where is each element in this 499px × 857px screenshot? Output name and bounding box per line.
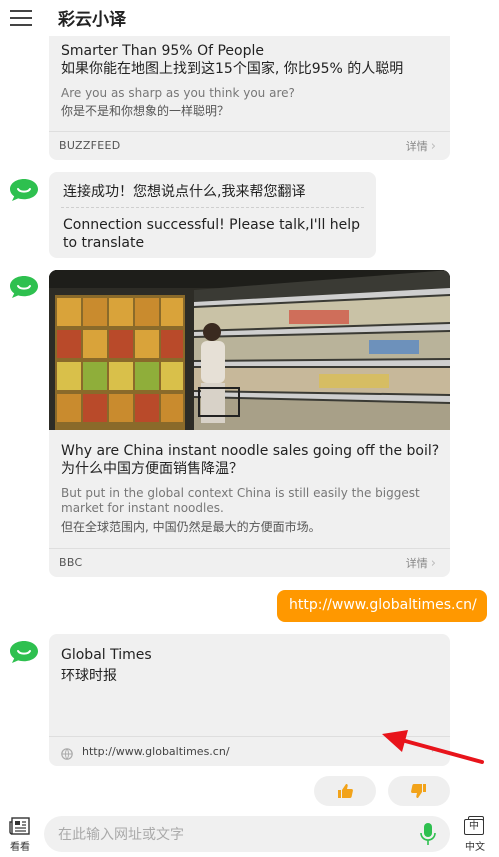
card-detail-link[interactable]: 详情 ›: [406, 555, 436, 571]
language-label: 中文: [465, 842, 485, 853]
chevron-right-icon: ›: [430, 556, 436, 571]
news-image: [49, 270, 450, 430]
user-message-text: http://www.globaltimes.cn/: [289, 597, 477, 613]
thumbs-up-button[interactable]: [314, 776, 376, 806]
app-title: 彩云小译: [58, 10, 126, 30]
card-footer: BUZZFEED 详情 ›: [49, 131, 450, 160]
news-card-bbc[interactable]: Why are China instant noodle sales going…: [49, 270, 450, 577]
site-url[interactable]: http://www.globaltimes.cn/: [82, 745, 230, 758]
card-footer: BBC 详情 ›: [49, 548, 450, 577]
app-header: 彩云小译: [0, 0, 499, 36]
language-switch-icon: 中: [464, 816, 486, 836]
site-name-en: Global Times: [61, 647, 152, 663]
thumbs-down-icon: [411, 784, 426, 798]
thumbs-down-button[interactable]: [388, 776, 450, 806]
card-source: BBC: [59, 556, 83, 569]
bubble-divider: [61, 207, 364, 208]
card-title-zh: 如果你能在地图上找到这15个国家, 你比95% 的人聪明: [61, 61, 404, 77]
site-name-zh: 环球时报: [61, 668, 117, 684]
card-summary-en: But put in the global context China is s…: [61, 486, 420, 515]
card-summary-en: Are you as sharp as you think you are?: [61, 86, 295, 100]
input-container: [44, 816, 450, 852]
detail-label: 详情: [405, 557, 428, 570]
language-button[interactable]: 中 中文: [460, 816, 490, 853]
card-summary-zh: 你是不是和你想象的一样聪明？: [61, 104, 230, 118]
card-summary-zh: 但在全球范围内, 中国仍然是最大的方便面市场。: [61, 520, 321, 534]
bot-message-en: Connection successful! Please talk,I'll …: [63, 217, 361, 251]
annotation-arrow-icon: [382, 730, 484, 764]
bot-avatar-icon: [8, 640, 40, 664]
card-source: BUZZFEED: [59, 139, 121, 152]
bottom-input-bar: 看看 中 中文: [0, 808, 499, 857]
bot-avatar-icon: [8, 275, 40, 299]
news-feed-label: 看看: [10, 842, 30, 853]
menu-icon[interactable]: [10, 10, 32, 26]
card-title-en: Why are China instant noodle sales going…: [61, 443, 440, 459]
globe-icon: [61, 745, 73, 760]
news-card-buzzfeed[interactable]: Smarter Than 95% Of People 如果你能在地图上找到这15…: [49, 20, 450, 160]
url-text-input[interactable]: [56, 822, 410, 848]
bot-message-bubble: 连接成功！您想说点什么,我来帮您翻译 Connection successful…: [49, 172, 376, 258]
newspaper-icon: [9, 817, 30, 835]
card-title-zh: 为什么中国方便面销售降温？: [61, 461, 243, 477]
card-title-en: Smarter Than 95% Of People: [61, 43, 264, 59]
bot-message-zh: 连接成功！您想说点什么,我来帮您翻译: [63, 184, 306, 200]
chevron-right-icon: ›: [430, 139, 436, 154]
card-detail-link[interactable]: 详情 ›: [406, 138, 436, 154]
user-message-bubble[interactable]: http://www.globaltimes.cn/: [277, 590, 487, 622]
language-icon-char: 中: [464, 819, 484, 835]
bot-avatar-icon: [8, 178, 40, 202]
detail-label: 详情: [405, 140, 428, 153]
thumbs-up-icon: [338, 784, 353, 798]
news-feed-button[interactable]: 看看: [6, 816, 34, 853]
microphone-icon[interactable]: [420, 822, 436, 846]
